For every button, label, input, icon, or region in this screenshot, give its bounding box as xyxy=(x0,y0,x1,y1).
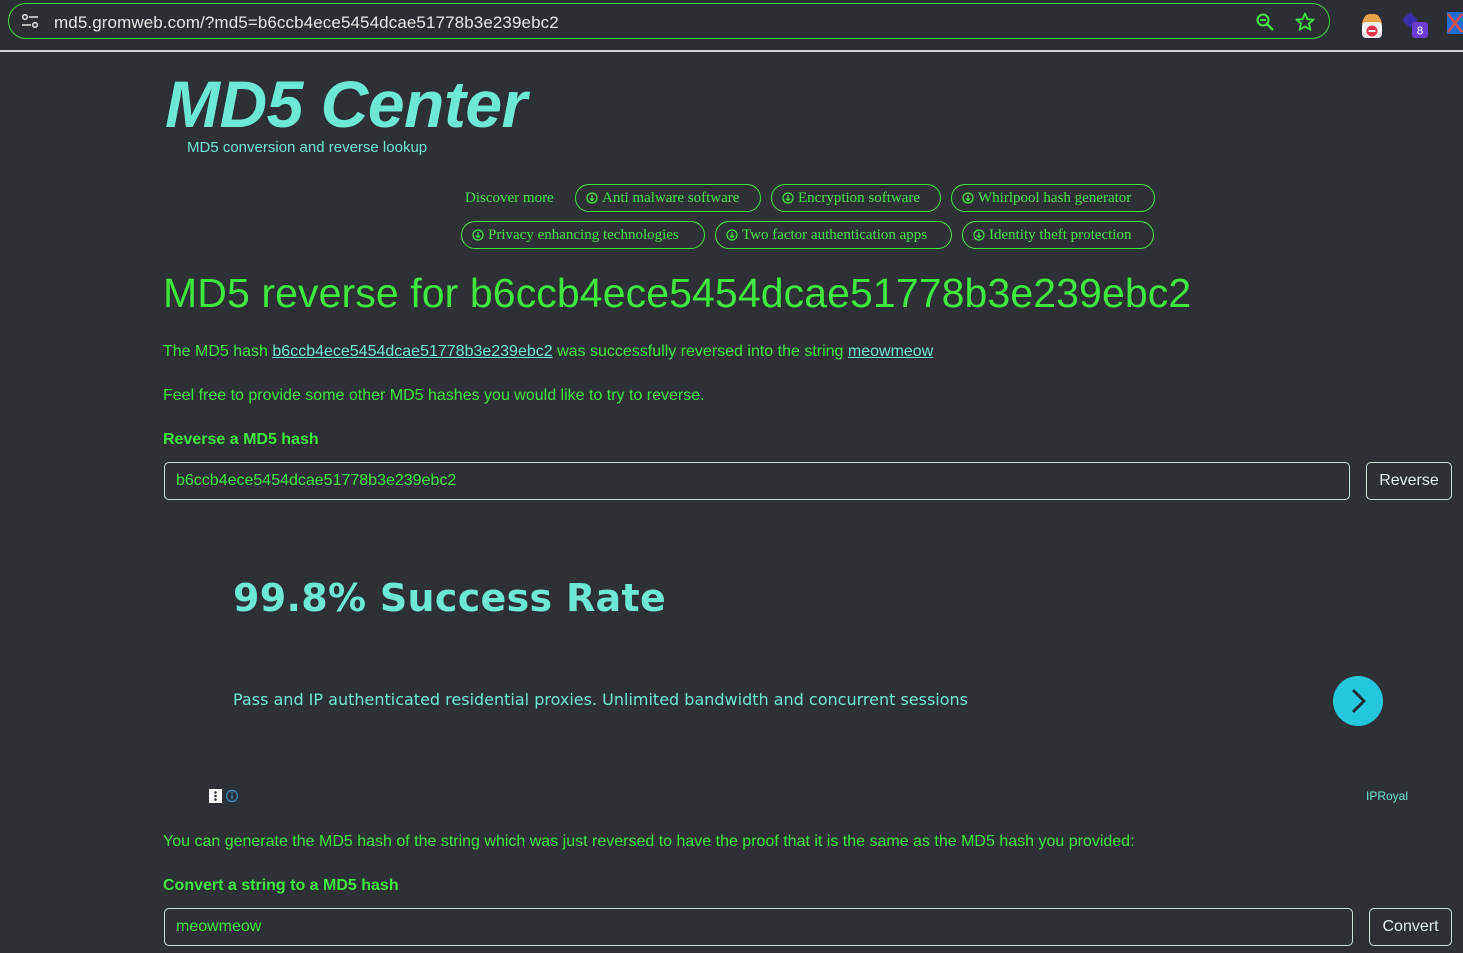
ad-title[interactable]: 99.8% Success Rate xyxy=(233,576,666,620)
result-hash-link[interactable]: b6ccb4ece5454dcae51778b3e239ebc2 xyxy=(272,343,552,360)
arrow-circle-icon xyxy=(726,229,738,241)
extension-badge-count: 8 xyxy=(1417,25,1424,38)
discover-link-encryption[interactable]: Encryption software xyxy=(771,184,941,212)
discover-link-anti-malware[interactable]: Anti malware software xyxy=(575,184,761,212)
convert-button[interactable]: Convert xyxy=(1369,908,1452,946)
extension-badge-icon[interactable]: 8 xyxy=(1400,10,1430,40)
arrow-circle-icon xyxy=(962,192,974,204)
site-tagline: MD5 conversion and reverse lookup xyxy=(187,139,428,156)
result-prefix: The MD5 hash xyxy=(163,343,273,360)
discover-link-identity-theft[interactable]: Identity theft protection xyxy=(962,221,1154,249)
arrow-circle-icon xyxy=(586,192,598,204)
reverse-section-label: Reverse a MD5 hash xyxy=(163,431,319,448)
reverse-hash-input[interactable] xyxy=(164,462,1350,500)
discover-link-label: Identity theft protection xyxy=(989,226,1132,243)
discover-link-label: Privacy enhancing technologies xyxy=(488,226,679,243)
page-title: MD5 reverse for b6ccb4ece5454dcae51778b3… xyxy=(163,270,1192,316)
reverse-prompt: Feel free to provide some other MD5 hash… xyxy=(163,387,705,404)
discover-link-whirlpool[interactable]: Whirlpool hash generator xyxy=(951,184,1155,212)
result-middle: was successfully reversed into the strin… xyxy=(552,343,848,360)
chevron-right-icon xyxy=(1352,689,1366,713)
convert-string-input[interactable] xyxy=(164,908,1353,946)
site-info-icon[interactable] xyxy=(21,13,39,29)
result-message: The MD5 hash b6ccb4ece5454dcae51778b3e23… xyxy=(163,343,933,361)
extension-blocker-icon[interactable] xyxy=(1358,10,1386,40)
arrow-circle-icon xyxy=(472,229,484,241)
discover-more-label: Discover more xyxy=(465,190,554,206)
arrow-circle-icon xyxy=(973,229,985,241)
browser-toolbar: md5.gromweb.com/?md5=b6ccb4ece5454dcae51… xyxy=(0,0,1463,52)
discover-link-label: Two factor authentication apps xyxy=(742,226,928,243)
discover-link-label: Anti malware software xyxy=(602,189,740,206)
extension-x-icon[interactable] xyxy=(1445,10,1463,36)
discover-link-label: Whirlpool hash generator xyxy=(978,189,1132,206)
ad-brand[interactable]: IPRoyal xyxy=(1366,789,1408,803)
discover-link-privacy[interactable]: Privacy enhancing technologies xyxy=(461,221,705,249)
arrow-circle-icon xyxy=(782,192,794,204)
proof-text: You can generate the MD5 hash of the str… xyxy=(163,833,1135,850)
ad-text[interactable]: Pass and IP authenticated residential pr… xyxy=(233,690,968,709)
discover-link-label: Encryption software xyxy=(798,189,921,206)
address-bar[interactable]: md5.gromweb.com/?md5=b6ccb4ece5454dcae51… xyxy=(8,3,1330,39)
ad-choices-icon[interactable] xyxy=(209,788,241,804)
convert-section-label: Convert a string to a MD5 hash xyxy=(163,877,399,894)
discover-link-two-factor[interactable]: Two factor authentication apps xyxy=(715,221,952,249)
site-logo[interactable]: MD5 Center xyxy=(165,66,527,142)
ad-open-button[interactable] xyxy=(1333,676,1383,726)
zoom-icon[interactable] xyxy=(1255,12,1275,32)
reverse-button[interactable]: Reverse xyxy=(1366,462,1452,500)
url-text[interactable]: md5.gromweb.com/?md5=b6ccb4ece5454dcae51… xyxy=(54,13,559,33)
result-string-link[interactable]: meowmeow xyxy=(848,343,933,360)
bookmark-star-icon[interactable] xyxy=(1295,12,1315,32)
